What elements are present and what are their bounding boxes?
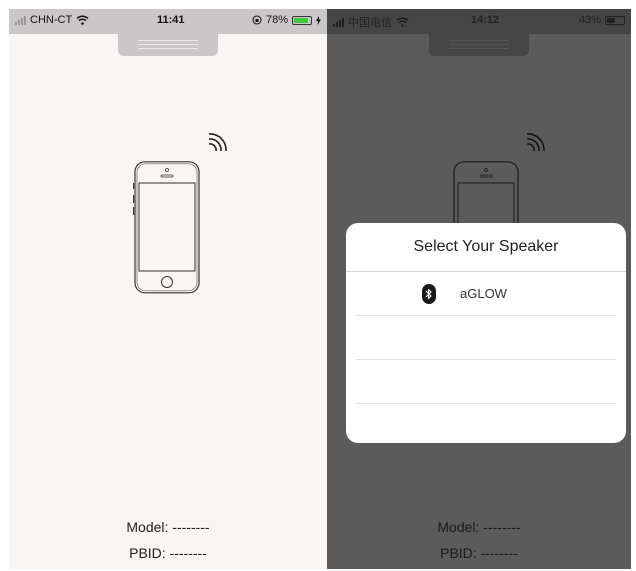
wireless-signal-icon — [526, 133, 545, 152]
pull-handle[interactable] — [429, 34, 529, 56]
battery-icon — [605, 15, 625, 25]
cellular-signal-icon — [333, 17, 344, 27]
wireless-signal-icon — [208, 133, 227, 152]
pbid-label: PBID: -------- — [440, 545, 518, 561]
phone-illustration-icon — [133, 161, 200, 294]
orientation-lock-icon — [252, 15, 262, 25]
status-bar: CHN-CT 11:41 78% — [9, 9, 327, 34]
battery-percent: 43% — [578, 14, 601, 26]
speaker-name: aGLOW — [460, 286, 507, 301]
status-bar: 中国电信 14:12 43% — [327, 9, 631, 34]
carrier-name: 中国电信 — [348, 17, 392, 29]
speaker-item-aglow[interactable]: aGLOW — [356, 272, 616, 316]
bluetooth-icon — [422, 283, 436, 304]
pull-handle[interactable] — [118, 34, 218, 56]
battery-icon — [292, 15, 312, 25]
wifi-icon — [76, 15, 89, 25]
wifi-icon — [396, 17, 409, 27]
cellular-signal-icon — [15, 15, 26, 25]
status-time: 11:41 — [157, 14, 185, 26]
empty-list-row — [356, 316, 616, 360]
status-time: 14:12 — [471, 14, 500, 26]
charging-icon — [316, 15, 321, 25]
model-label: Model: -------- — [126, 519, 210, 535]
connect-screen: CHN-CT 11:41 78% Model: -------- PBID: -… — [9, 9, 327, 569]
carrier-name: CHN-CT — [30, 14, 73, 26]
battery-percent: 78% — [265, 14, 288, 26]
pbid-label: PBID: -------- — [129, 545, 207, 561]
select-speaker-dialog: Select Your Speaker aGLOW — [346, 223, 626, 443]
empty-list-row — [356, 360, 616, 404]
model-label: Model: -------- — [437, 519, 521, 535]
dialog-title: Select Your Speaker — [346, 223, 626, 272]
